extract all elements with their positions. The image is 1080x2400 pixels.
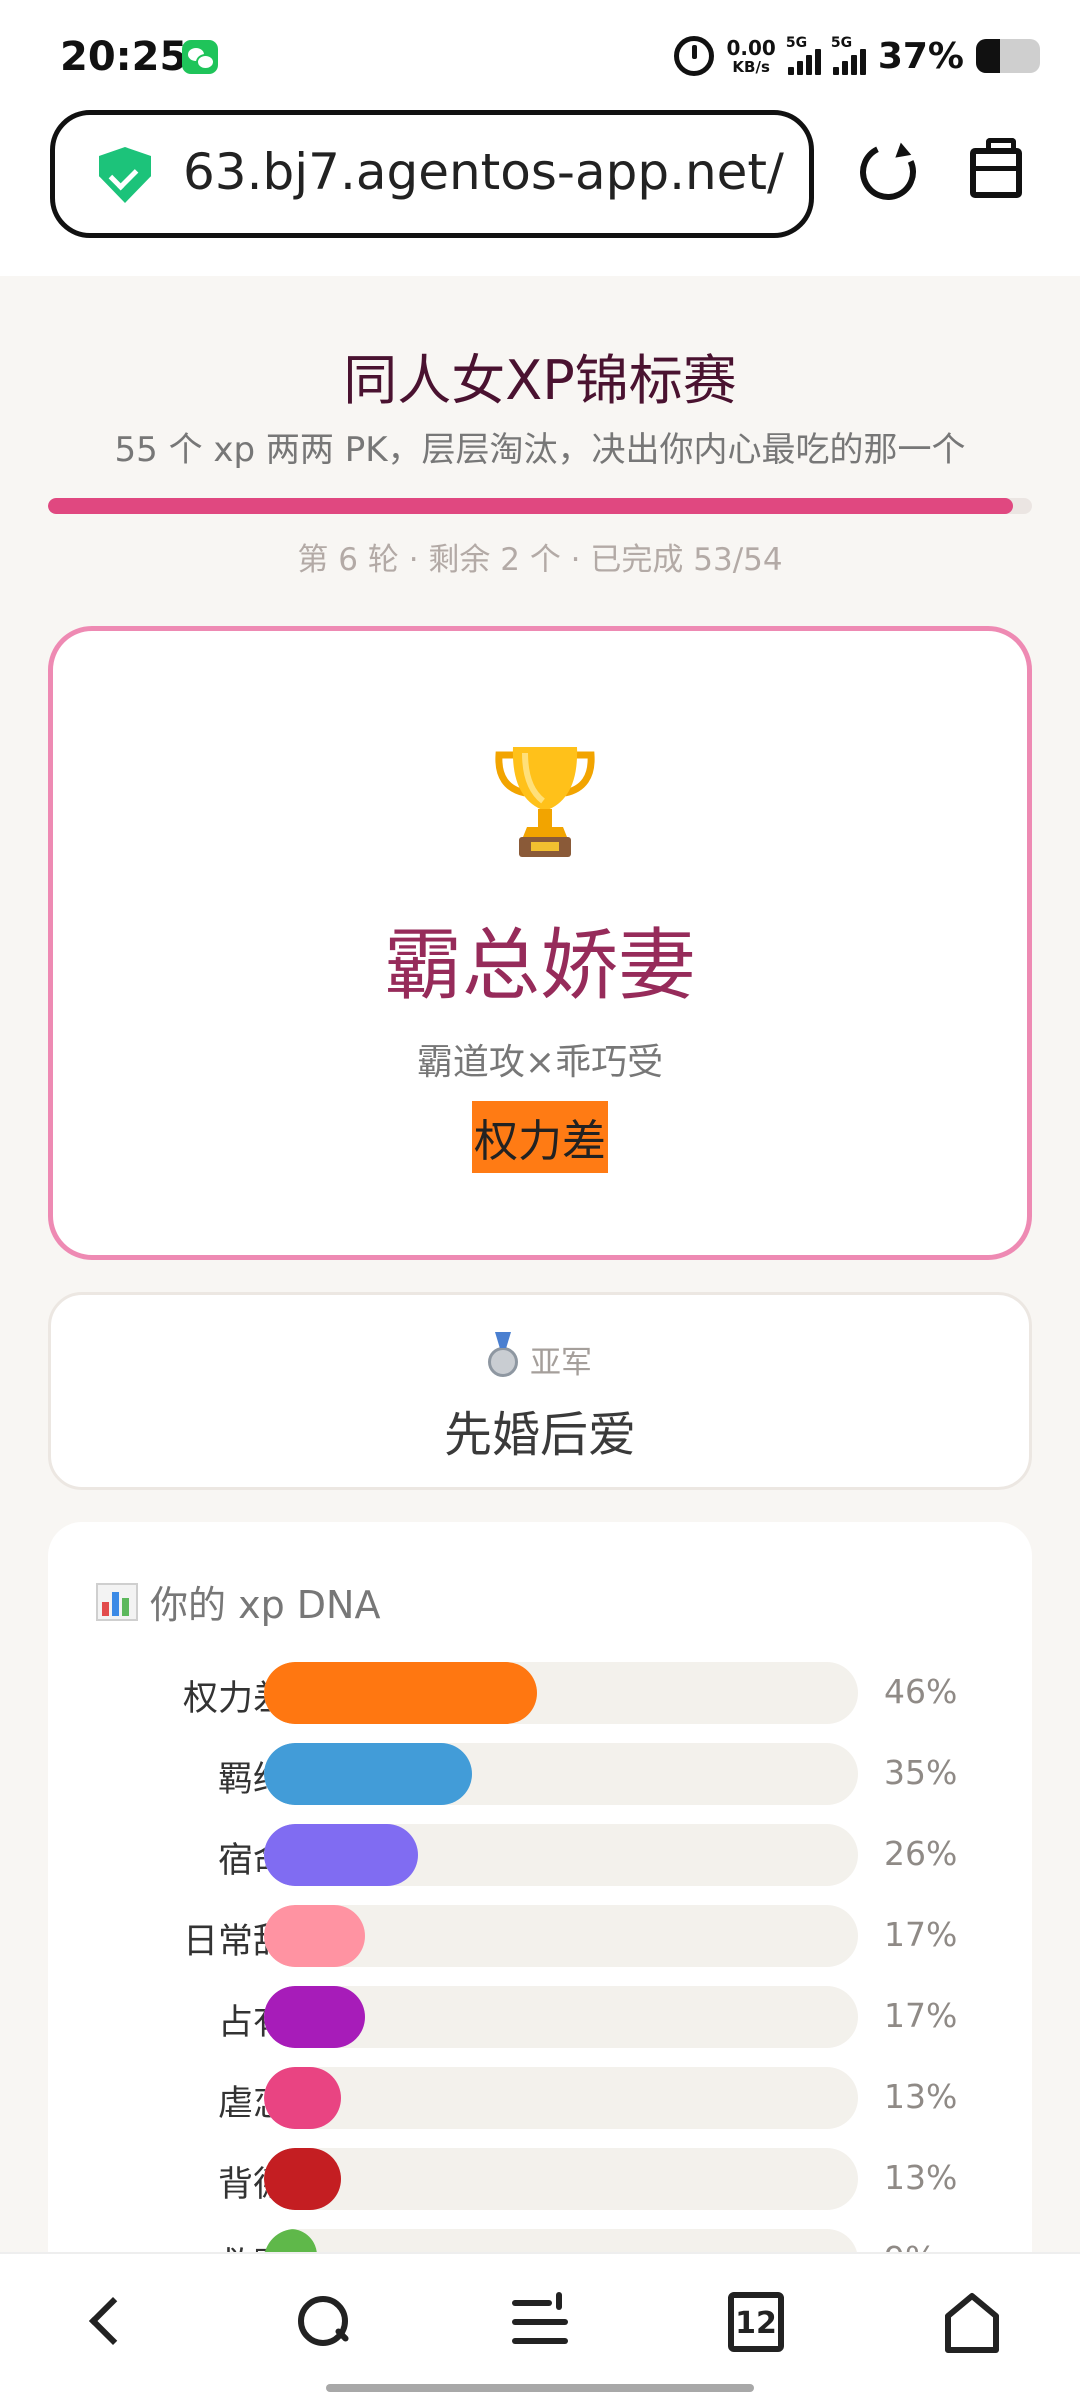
toolbox-icon[interactable] (970, 138, 1022, 198)
dna-row: 占有 17% (48, 1986, 1032, 2048)
home-icon[interactable] (940, 2290, 1004, 2354)
dna-bar-track (264, 1986, 858, 2048)
network-speed: 0.00 KB/s (726, 38, 775, 75)
dna-bar-fill (264, 1986, 365, 2048)
dna-row: 权力差 46% (48, 1662, 1032, 1724)
dna-percent: 26% (884, 1834, 958, 1873)
menu-icon[interactable] (508, 2290, 572, 2354)
runner-up-name: 先婚后爱 (443, 1407, 636, 1463)
address-bar[interactable]: 63.bj7.agentos-app.net/ (50, 110, 814, 238)
dna-row: 羁绊 35% (48, 1743, 1032, 1805)
network-speed-value: 0.00 (726, 35, 776, 60)
signal-icon: 5G (830, 35, 866, 75)
dna-bar-fill (264, 2067, 342, 2129)
signal-icon: 5G (785, 35, 821, 75)
winner-tag: 权力差 (472, 1101, 608, 1173)
dna-bar-track (264, 1743, 858, 1805)
reload-icon[interactable] (852, 136, 924, 208)
dna-bar-track (264, 1824, 858, 1886)
bar-chart-icon (96, 1582, 138, 1621)
dna-row: 日常甜 17% (48, 1905, 1032, 1967)
dna-percent: 17% (884, 1915, 958, 1954)
dna-bar-track (264, 2148, 858, 2210)
dna-bar-track (264, 1905, 858, 1967)
winner-card: 霸总娇妻 霸道攻×乖巧受 权力差 (48, 626, 1032, 1260)
dna-percent: 17% (884, 1996, 958, 2035)
battery-percent: 37% (877, 35, 964, 77)
dna-bar-track (264, 2229, 858, 2252)
dna-bar-track (264, 2067, 858, 2129)
status-indicators: 0.00 KB/s 5G 5G 37% (674, 34, 1040, 78)
dna-percent: 46% (884, 1672, 958, 1711)
battery-icon (976, 39, 1040, 73)
dna-title-row: 你的 xp DNA (96, 1574, 380, 1629)
dna-bar-fill (264, 1743, 472, 1805)
dna-percent: 13% (884, 2077, 958, 2116)
gesture-bar (326, 2384, 754, 2392)
url-text[interactable]: 63.bj7.agentos-app.net/ (183, 143, 803, 201)
progress-bar (48, 498, 1032, 514)
shield-icon[interactable] (99, 147, 151, 203)
dna-bar-fill (264, 2229, 318, 2252)
dna-row: 背德 13% (48, 2148, 1032, 2210)
silver-medal-icon (488, 1347, 518, 1377)
search-icon[interactable] (292, 2290, 356, 2354)
round-info: 第 6 轮 · 剩余 2 个 · 已完成 53/54 (297, 542, 783, 578)
dna-bar-track (264, 1662, 858, 1724)
alarm-icon (674, 36, 715, 76)
tabs-icon[interactable]: 12 (728, 2292, 784, 2352)
dna-percent: 9% (884, 2239, 936, 2252)
xp-dna-card: 你的 xp DNA 权力差 46% 羁绊 35% 宿命 26% 日常甜 17% 占有 17% 虐恋 1… (48, 1522, 1032, 2252)
network-speed-unit: KB/s (732, 57, 770, 76)
status-bar: 20:25 0.00 KB/s 5G 5G 37% (0, 0, 1080, 105)
progress-fill (48, 498, 1014, 514)
page-subtitle: 55 个 xp 两两 PK，层层淘汰，决出你内心最吃的那一个 (114, 430, 966, 470)
signal-type: 5G (830, 35, 853, 51)
dna-bar-fill (264, 1662, 538, 1724)
page-title: 同人女XP锦标赛 (343, 349, 737, 412)
runner-up-card: 亚军 先婚后爱 (48, 1292, 1032, 1490)
signal-type: 5G (785, 35, 808, 51)
runner-up-label: 亚军 (530, 1345, 592, 1381)
dna-row: 宿命 26% (48, 1824, 1032, 1886)
dna-bar-fill (264, 1905, 365, 1967)
back-icon[interactable] (74, 2290, 138, 2354)
dna-bar-fill (264, 1824, 419, 1886)
trophy-icon (495, 747, 595, 857)
dna-bar-fill (264, 2148, 342, 2210)
winner-subtitle: 霸道攻×乖巧受 (416, 1042, 664, 1083)
dna-row: 救赎9% (48, 2229, 1032, 2252)
web-page: 同人女XP锦标赛 55 个 xp 两两 PK，层层淘汰，决出你内心最吃的那一个 … (0, 276, 1080, 2252)
dna-percent: 13% (884, 2158, 958, 2197)
status-time: 20:25 (60, 34, 188, 80)
wechat-notification-icon (182, 40, 218, 74)
bottom-navigation: 12 (0, 2252, 1080, 2400)
dna-title: 你的 xp DNA (150, 1583, 381, 1627)
dna-row: 虐恋 13% (48, 2067, 1032, 2129)
dna-percent: 35% (884, 1753, 958, 1792)
winner-name: 霸总娇妻 (383, 921, 696, 1011)
